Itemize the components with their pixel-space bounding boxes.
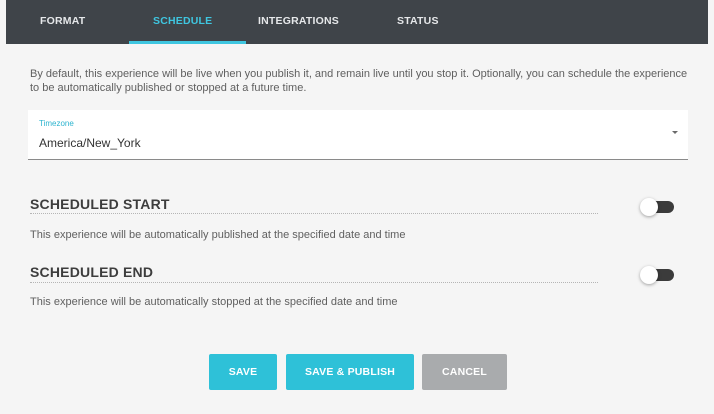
tab-format[interactable]: FORMAT xyxy=(40,0,85,44)
scheduled-end-toggle[interactable] xyxy=(640,266,676,284)
toggle-knob xyxy=(640,198,658,216)
intro-text: By default, this experience will be live… xyxy=(30,68,688,94)
timezone-value: America/New_York xyxy=(39,136,141,150)
timezone-select[interactable]: Timezone America/New_York xyxy=(28,110,688,160)
scheduled-start-toggle[interactable] xyxy=(640,198,676,216)
scheduled-end-description: This experience will be automatically st… xyxy=(30,296,398,308)
scheduled-start-title: SCHEDULED START xyxy=(30,196,170,212)
toggle-knob xyxy=(640,266,658,284)
cancel-button[interactable]: CANCEL xyxy=(422,354,507,390)
save-button[interactable]: SAVE xyxy=(209,354,277,390)
tab-bar: FORMAT SCHEDULE INTEGRATIONS STATUS xyxy=(6,0,708,44)
tab-integrations[interactable]: INTEGRATIONS xyxy=(258,0,339,44)
tab-status[interactable]: STATUS xyxy=(397,0,439,44)
schedule-panel: By default, this experience will be live… xyxy=(6,44,708,414)
scheduled-start-divider xyxy=(30,213,598,214)
timezone-label: Timezone xyxy=(39,119,74,128)
scheduled-end-divider xyxy=(30,282,598,283)
tab-schedule[interactable]: SCHEDULE xyxy=(153,0,212,44)
scheduled-start-description: This experience will be automatically pu… xyxy=(30,229,406,241)
save-and-publish-button[interactable]: SAVE & PUBLISH xyxy=(286,354,414,390)
caret-down-icon[interactable] xyxy=(672,131,678,134)
scheduled-end-title: SCHEDULED END xyxy=(30,264,154,280)
